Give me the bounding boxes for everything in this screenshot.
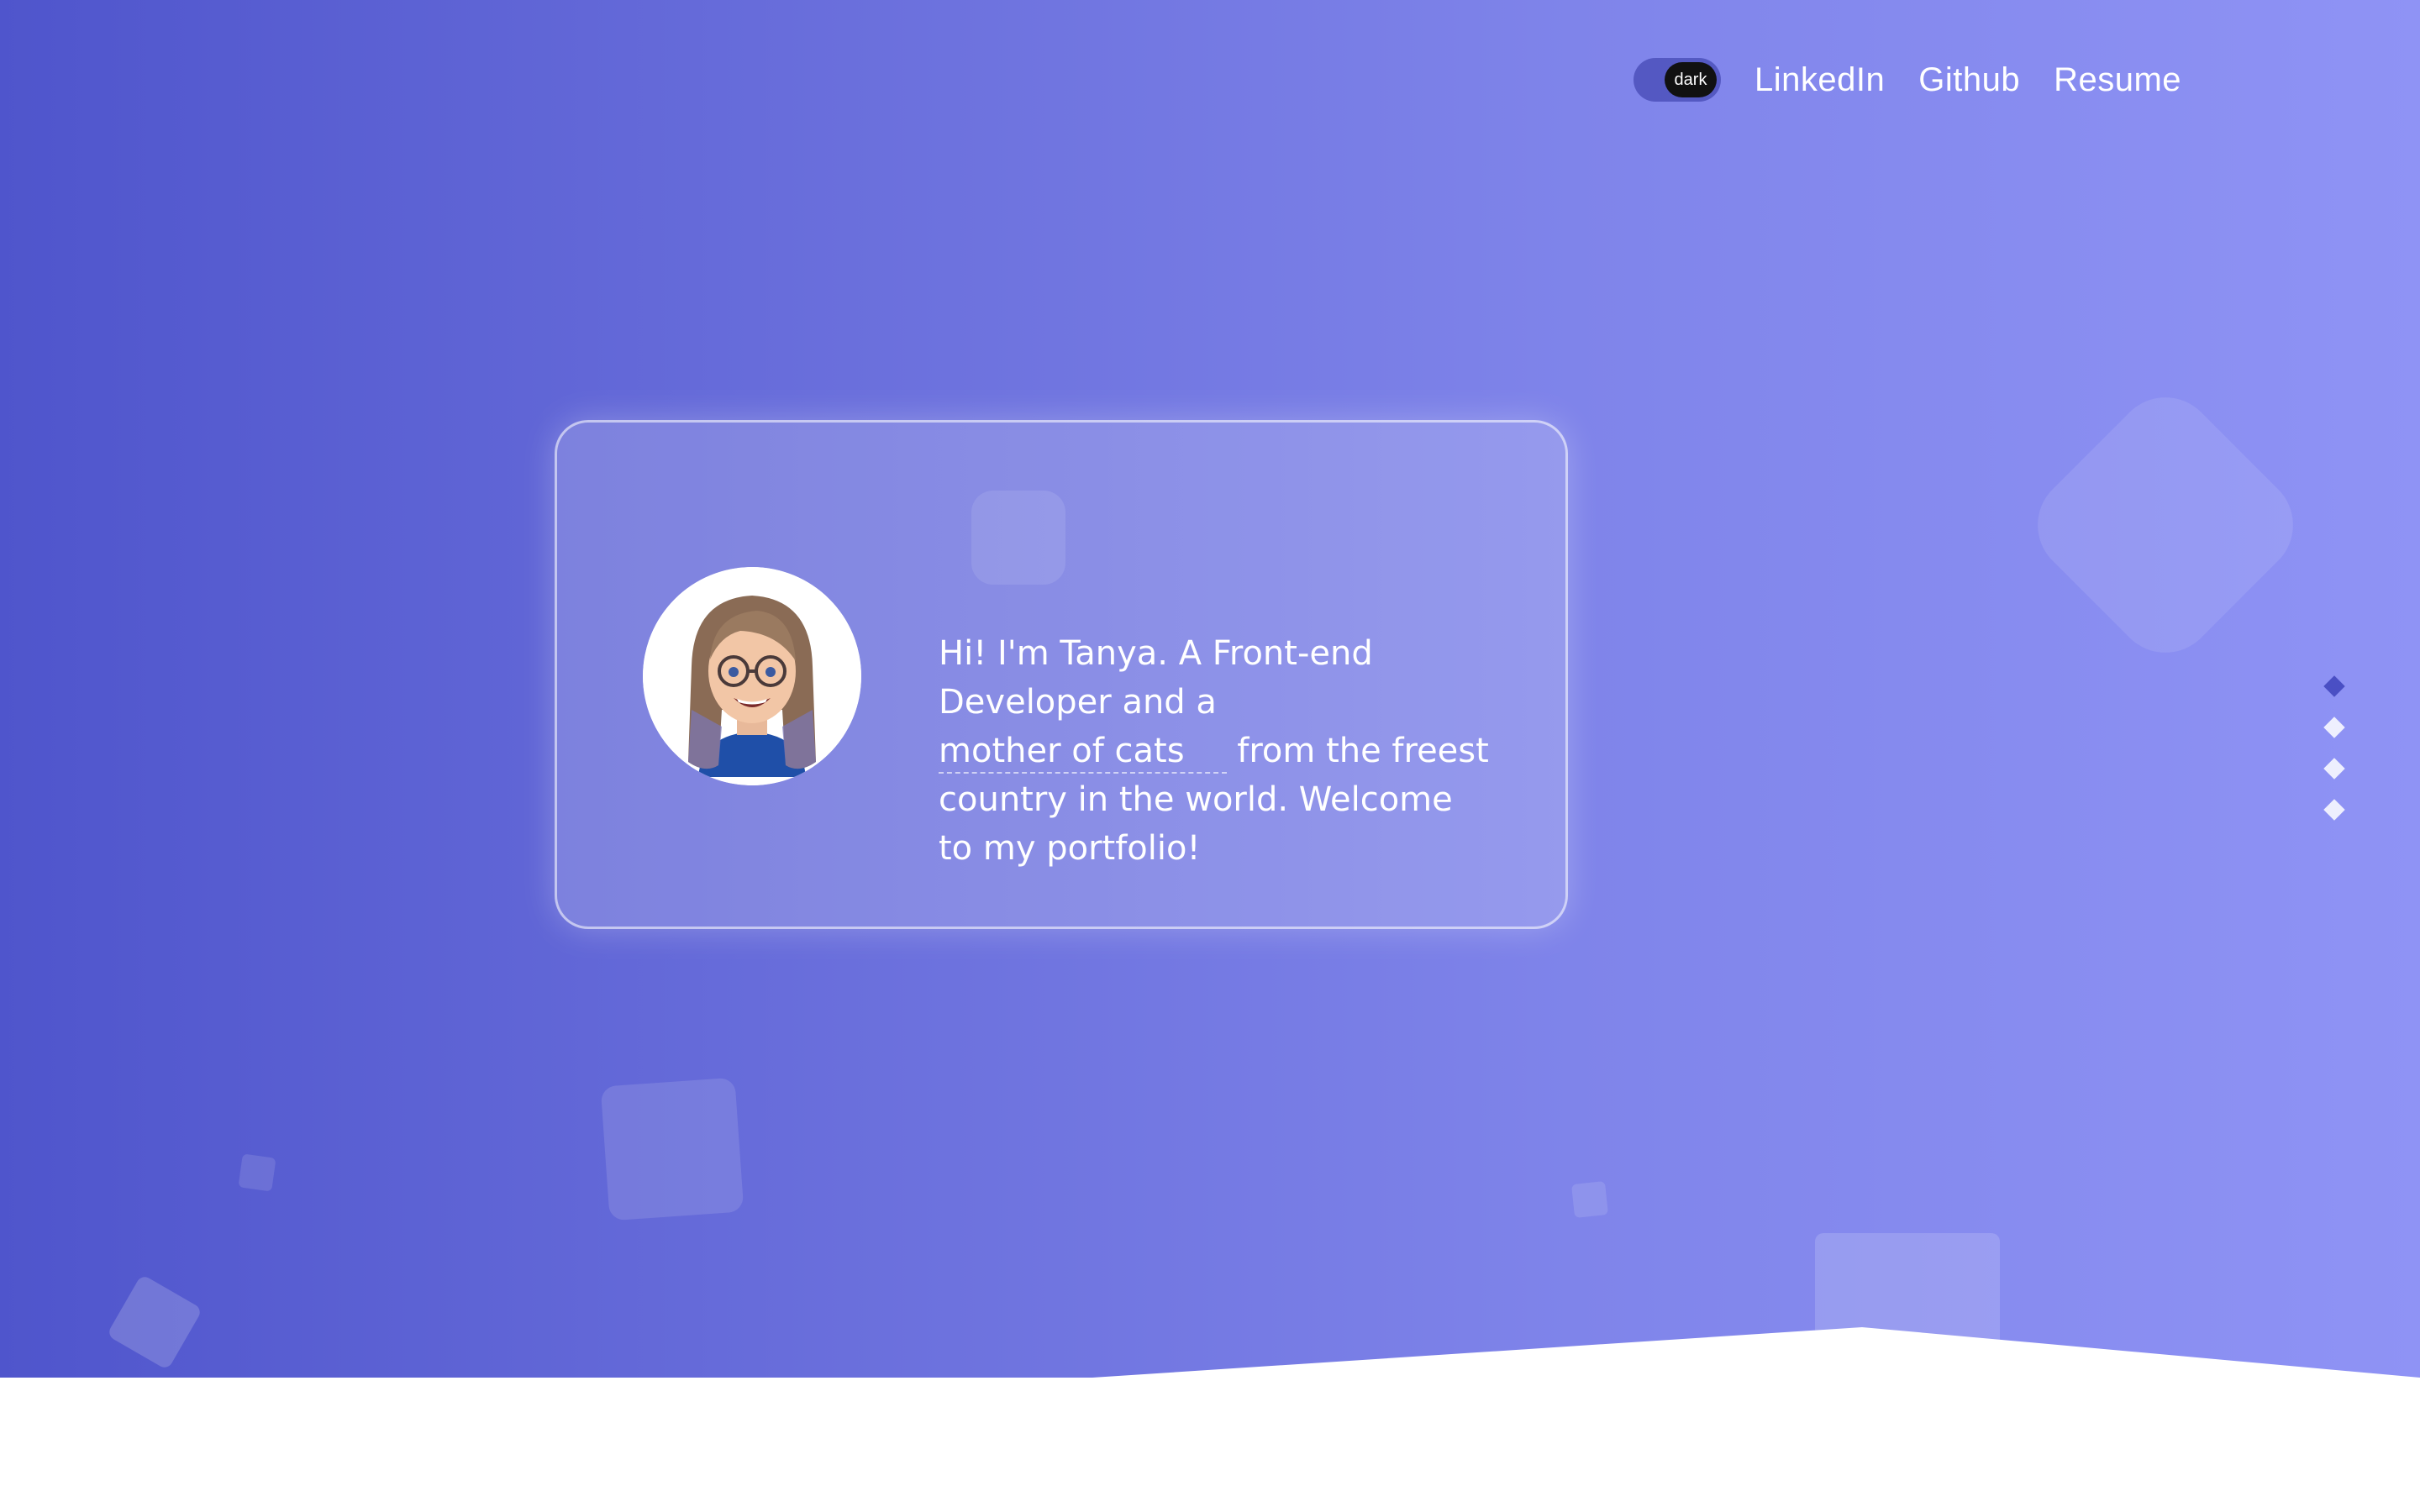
- theme-toggle-label: dark: [1665, 62, 1717, 97]
- nav-link-resume[interactable]: Resume: [2054, 61, 2181, 99]
- section-nav: [2323, 675, 2345, 843]
- nav-link-github[interactable]: Github: [1918, 61, 2020, 99]
- intro-card: Hi! I'm Tanya. A Front-end Developer and…: [555, 420, 1568, 929]
- decorative-square: [1571, 1181, 1608, 1218]
- memoji-avatar-icon: [643, 567, 861, 785]
- decorative-rectangle: [1815, 1233, 2000, 1359]
- mother-of-cats-link[interactable]: mother of cats: [939, 730, 1227, 774]
- intro-text-before: Hi! I'm Tanya. A Front-end Developer and…: [939, 634, 1373, 722]
- section-dot-3[interactable]: [2323, 758, 2345, 780]
- section-dot-2[interactable]: [2323, 717, 2345, 738]
- theme-toggle[interactable]: dark: [1634, 58, 1721, 102]
- decorative-square: [238, 1153, 276, 1192]
- decorative-square: [106, 1273, 203, 1371]
- nav-link-linkedin[interactable]: LinkedIn: [1754, 61, 1885, 99]
- decorative-diamond: [2017, 376, 2314, 674]
- decorative-square: [600, 1077, 744, 1221]
- section-dot-1[interactable]: [2323, 675, 2345, 697]
- intro-text: Hi! I'm Tanya. A Front-end Developer and…: [939, 629, 1493, 873]
- top-nav: dark LinkedIn Github Resume: [1634, 52, 2181, 108]
- avatar: [643, 567, 861, 785]
- section-dot-4[interactable]: [2323, 799, 2345, 821]
